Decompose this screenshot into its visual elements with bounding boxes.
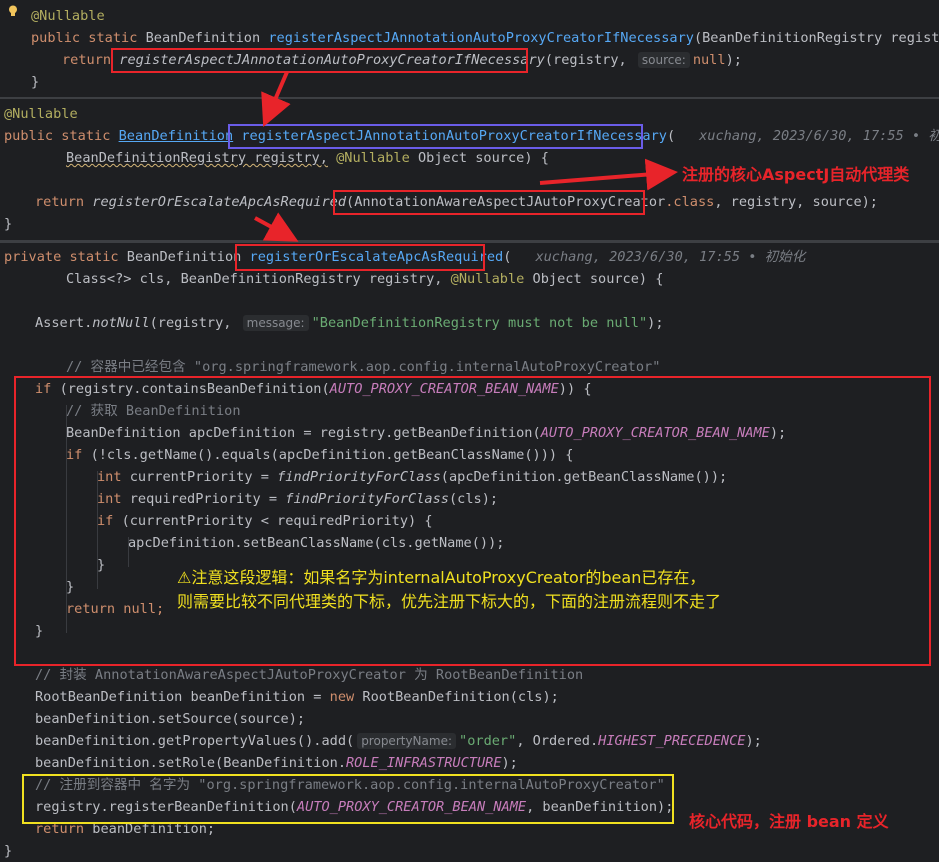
return-keyword: return (62, 52, 112, 68)
close-brace: } (4, 216, 13, 232)
comment-contains-creator: // 容器中已经包含 "org.springframework.aop.conf… (66, 359, 661, 375)
highlight-box-proxy-class (333, 190, 645, 215)
new-keyword: new (329, 689, 355, 705)
root-definition-ctor: RootBeanDefinition(cls); (362, 689, 559, 705)
nullable-annotation: @Nullable (4, 106, 78, 122)
null-keyword: null (692, 52, 726, 68)
highlight-box-register-code (22, 774, 674, 824)
assert-class: Assert. (35, 315, 93, 331)
nullable-annotation: @Nullable (31, 8, 105, 24)
comment-wrap-root-definition: // 封装 AnnotationAwareAspectJAutoProxyCre… (35, 667, 584, 683)
close-brace: } (31, 74, 40, 90)
param-list: Class<?> cls, BeanDefinitionRegistry reg… (66, 271, 443, 287)
param-hint-message: message: (242, 315, 309, 331)
delegate-call[interactable]: registerOrEscalateApcAsRequired (92, 194, 346, 210)
const-highest-precedence: HIGHEST_PRECEDENCE (598, 733, 746, 749)
method-signature-line: public static BeanDefinition registerAsp… (31, 28, 939, 48)
git-blame-annotation: xuchang, 2023/6/30, 17:55 • 初始化 (535, 249, 806, 265)
assert-message-string: "BeanDefinitionRegistry must not be null… (311, 315, 648, 331)
annotation-core-proxy-class: 注册的核心AspectJ自动代理类 (682, 165, 910, 184)
warning-note-line-2: 则需要比较不同代理类的下标，优先注册下标大的，下面的注册流程则不走了 (177, 592, 722, 611)
root-definition-var: RootBeanDefinition beanDefinition = (35, 689, 322, 705)
args-end: , registry, source); (714, 194, 878, 210)
annotation-core-code: 核心代码，注册 bean 定义 (689, 812, 889, 831)
highlight-box-delegate-call (111, 48, 528, 73)
highlight-box-if-block (14, 376, 931, 666)
order-string: "order" (459, 733, 517, 749)
modifier: private static (4, 249, 119, 265)
params-line: BeanDefinitionRegistry registry, @Nullab… (66, 148, 549, 168)
return-type: BeanDefinition (126, 249, 242, 265)
set-source-line: beanDefinition.setSource(source); (35, 711, 306, 727)
assert-args: (registry, (149, 315, 232, 331)
editor-pane-register-method: private static BeanDefinition registerOr… (0, 243, 939, 862)
open-paren: ( (666, 128, 676, 144)
assert-method[interactable]: notNull (92, 315, 149, 331)
set-role-call: beanDefinition.setRole(BeanDefinition. (35, 755, 346, 771)
return-type: BeanDefinition (145, 30, 261, 46)
args: (registry, (544, 52, 627, 68)
lightbulb-icon[interactable] (8, 5, 18, 17)
param-registry: BeanDefinitionRegistry registry, (66, 150, 328, 166)
return-type-link[interactable]: BeanDefinition (119, 128, 234, 144)
warning-note: ⚠注意这段逻辑：如果名字为internalAutoProxyCreator的be… (177, 566, 721, 614)
modifier: public static (31, 30, 138, 46)
ordered-class: , Ordered. (516, 733, 599, 749)
class-keyword: .class (665, 194, 715, 210)
method-name[interactable]: registerAspectJAnnotationAutoProxyCreato… (268, 30, 694, 46)
const-role-infrastructure: ROLE_INFRASTRUCTURE (346, 755, 502, 771)
params: (BeanDefinitionRegistry registry) { (693, 30, 939, 46)
editor-pane-wrapper-method: @Nullable public static BeanDefinition r… (0, 0, 939, 97)
nullable-annotation-param: @Nullable (450, 271, 525, 287)
new-root-definition-line: RootBeanDefinition beanDefinition = new … (35, 687, 559, 707)
param-source: Object source) { (532, 271, 664, 287)
nullable-annotation-param: @Nullable (336, 150, 410, 166)
set-role-line: beanDefinition.setRole(BeanDefinition.RO… (35, 753, 518, 773)
params-line: Class<?> cls, BeanDefinitionRegistry reg… (66, 269, 663, 289)
stmt-end: ); (745, 733, 762, 749)
modifier: public static (4, 128, 111, 144)
highlight-box-method-name (228, 124, 643, 149)
property-values-line: beanDefinition.getPropertyValues().add(p… (35, 731, 762, 751)
assert-line: Assert.notNull(registry, message: "BeanDe… (35, 313, 664, 333)
editor-pane-overload-method: @Nullable public static BeanDefinition r… (0, 99, 939, 240)
highlight-box-method-name (235, 244, 485, 271)
return-keyword: return (35, 194, 85, 210)
property-values-call: beanDefinition.getPropertyValues().add( (35, 733, 355, 749)
assert-end: ); (647, 315, 664, 331)
param-hint-source: source: (637, 52, 690, 68)
end: ); (725, 52, 742, 68)
param-source: Object source) { (417, 150, 549, 166)
git-blame-annotation: xuchang, 2023/6/30, 17:55 • 初始化 (699, 128, 939, 144)
close-brace: } (4, 843, 13, 859)
param-hint-property-name: propertyName: (357, 733, 457, 749)
stmt-end: ); (501, 755, 518, 771)
warning-note-line-1: ⚠注意这段逻辑：如果名字为internalAutoProxyCreator的be… (177, 568, 706, 587)
